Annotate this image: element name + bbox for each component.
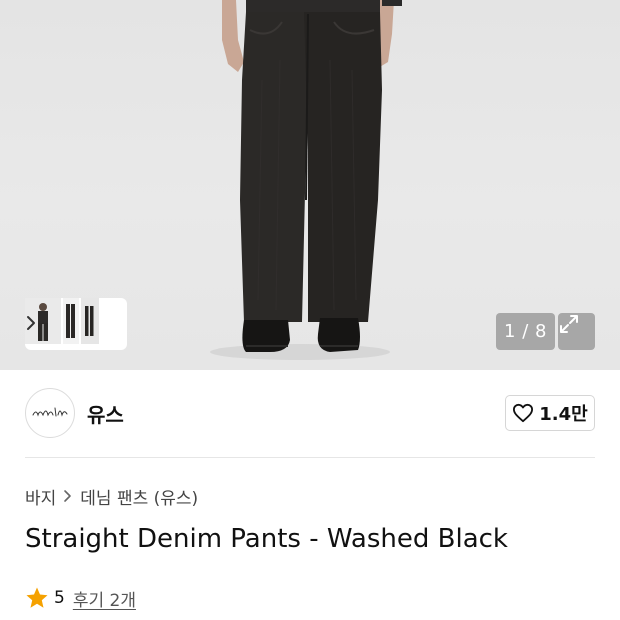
heart-icon: [513, 403, 534, 423]
reviews-link[interactable]: 후기 2개: [73, 586, 136, 611]
brand-logo[interactable]: [25, 388, 75, 438]
rating-score: 5: [54, 588, 65, 608]
product-title: Straight Denim Pants - Washed Black: [25, 524, 508, 554]
brand-row: 유스 1.4만: [25, 387, 595, 439]
breadcrumb: 바지 데님 팬츠 (유스): [25, 484, 198, 509]
image-counter: 1 / 8: [496, 313, 555, 350]
star-icon: [26, 587, 48, 608]
like-button[interactable]: 1.4만: [505, 395, 595, 431]
brand-logo-mark: [32, 407, 68, 417]
breadcrumb-subcategory[interactable]: 데님 팬츠 (유스): [80, 484, 198, 509]
expand-icon: [560, 315, 578, 333]
chevron-right-icon: [63, 489, 73, 503]
rating-row: 5 후기 2개: [25, 585, 136, 611]
divider: [25, 457, 595, 458]
breadcrumb-category[interactable]: 바지: [25, 484, 56, 509]
brand-name[interactable]: 유스: [87, 399, 124, 428]
expand-button[interactable]: [558, 313, 595, 350]
like-count: 1.4만: [539, 404, 588, 425]
thumbnail-strip[interactable]: [25, 298, 127, 350]
chevron-right-icon[interactable]: [25, 314, 37, 332]
product-image[interactable]: 1 / 8: [0, 0, 620, 370]
